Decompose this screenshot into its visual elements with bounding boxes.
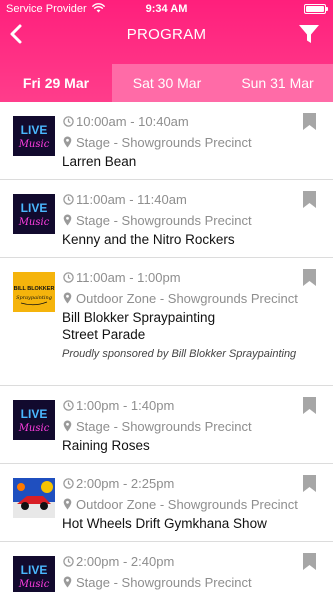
clock-icon	[63, 478, 74, 489]
tab-sat-30-mar[interactable]: Sat 30 Mar	[112, 64, 222, 102]
program-list: LIVE Music 10:00am - 10:40am Stage - Sho…	[0, 102, 333, 592]
clock-icon	[63, 400, 74, 411]
bookmark-icon[interactable]	[302, 396, 317, 415]
bookmark-icon[interactable]	[302, 190, 317, 209]
thumb-brand-text: BILL BLOKKER	[14, 286, 55, 292]
battery-icon	[304, 4, 328, 14]
bookmark-icon[interactable]	[302, 268, 317, 287]
list-item[interactable]: LIVE Music 10:00am - 10:40am Stage - Sho…	[0, 102, 333, 180]
thumb-live-text: LIVE	[21, 123, 48, 137]
live-music-thumbnail: LIVE Music	[13, 400, 55, 440]
bookmark-icon[interactable]	[302, 474, 317, 493]
date-tabs: Fri 29 Mar Sat 30 Mar Sun 31 Mar	[0, 64, 333, 102]
status-time: 9:34 AM	[145, 3, 188, 15]
list-item[interactable]: LIVE Music 1:00pm - 1:40pm Stage - Showg…	[0, 386, 333, 464]
event-location: Stage - Showgrounds Precinct	[76, 575, 252, 590]
hot-wheels-thumbnail	[13, 478, 55, 518]
list-item[interactable]: LIVE Music 2:00pm - 2:40pm Stage - Showg…	[0, 542, 333, 592]
tab-fri-29-mar[interactable]: Fri 29 Mar	[0, 64, 112, 102]
event-location: Outdoor Zone - Showgrounds Precinct	[76, 291, 298, 306]
event-title-line-1: Bill Blokker Spraypainting	[62, 310, 216, 325]
event-location: Outdoor Zone - Showgrounds Precinct	[76, 497, 298, 512]
event-sponsor: Proudly sponsored by Bill Blokker Sprayp…	[62, 348, 297, 360]
event-title: Kenny and the Nitro Rockers	[62, 232, 235, 247]
location-pin-icon	[63, 136, 72, 148]
thumb-music-text: Music	[18, 579, 50, 590]
list-item[interactable]: 2:00pm - 2:25pm Outdoor Zone - Showgroun…	[0, 464, 333, 542]
location-pin-icon	[63, 576, 72, 588]
event-title: Larren Bean	[62, 154, 137, 169]
event-location: Stage - Showgrounds Precinct	[76, 419, 252, 434]
list-item[interactable]: BILL BLOKKER Spraypainting 11:00am - 1:0…	[0, 258, 333, 386]
location-pin-icon	[63, 420, 72, 432]
event-title-line-2: Street Parade	[62, 327, 146, 342]
thumb-live-text: LIVE	[21, 563, 48, 577]
event-time: 2:00pm - 2:25pm	[76, 476, 175, 491]
event-time: 2:00pm - 2:40pm	[76, 554, 175, 569]
event-title: Hot Wheels Drift Gymkhana Show	[62, 516, 267, 531]
bookmark-icon[interactable]	[302, 112, 317, 131]
status-bar: Service Provider 9:34 AM	[0, 0, 333, 20]
thumb-music-text: Music	[18, 139, 50, 150]
event-time: 11:00am - 1:00pm	[76, 270, 181, 285]
thumb-live-text: LIVE	[21, 407, 48, 421]
filter-icon[interactable]	[297, 22, 321, 46]
live-music-thumbnail: LIVE Music	[13, 556, 55, 592]
clock-icon	[63, 272, 74, 283]
event-time: 1:00pm - 1:40pm	[76, 398, 175, 413]
bookmark-icon[interactable]	[302, 552, 317, 571]
event-location: Stage - Showgrounds Precinct	[76, 213, 252, 228]
event-location: Stage - Showgrounds Precinct	[76, 135, 252, 150]
live-music-thumbnail: LIVE Music	[13, 194, 55, 234]
thumb-music-text: Music	[18, 217, 50, 228]
list-item[interactable]: LIVE Music 11:00am - 11:40am Stage - Sho…	[0, 180, 333, 258]
thumb-live-text: LIVE	[21, 201, 48, 215]
live-music-thumbnail: LIVE Music	[13, 116, 55, 156]
clock-icon	[63, 116, 74, 127]
event-time: 10:00am - 10:40am	[76, 114, 189, 129]
bill-blokker-thumbnail: BILL BLOKKER Spraypainting	[13, 272, 55, 312]
location-pin-icon	[63, 292, 72, 304]
app-header: Service Provider 9:34 AM PROGRAM Fri 29 …	[0, 0, 333, 102]
thumb-spray-text: Spraypainting	[16, 295, 52, 301]
clock-icon	[63, 194, 74, 205]
event-time: 11:00am - 11:40am	[76, 192, 187, 207]
event-title: Raining Roses	[62, 438, 150, 453]
location-pin-icon	[63, 498, 72, 510]
page-title: PROGRAM	[126, 26, 207, 43]
clock-icon	[63, 556, 74, 567]
tab-sun-31-mar[interactable]: Sun 31 Mar	[222, 64, 333, 102]
location-pin-icon	[63, 214, 72, 226]
thumb-music-text: Music	[18, 423, 50, 434]
